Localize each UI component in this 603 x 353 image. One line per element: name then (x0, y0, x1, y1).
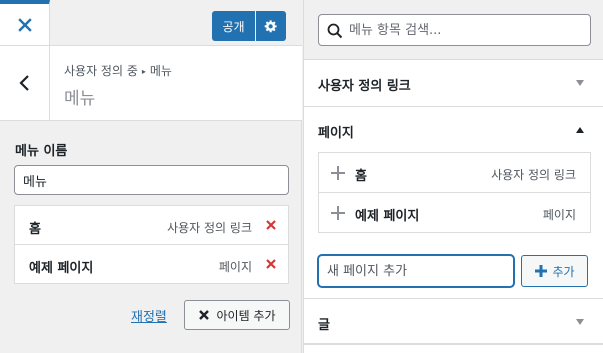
breadcrumb-separator: ▸ (141, 67, 146, 76)
close-icon (17, 17, 32, 32)
search-input[interactable] (349, 15, 584, 45)
close-icon (199, 310, 210, 320)
back-button[interactable] (0, 46, 50, 120)
page-item-title: 예제 페이지 (355, 209, 420, 224)
accordion-title: 사용자 정의 링크 (318, 79, 411, 94)
pages-panel: 홈 사용자 정의 링크 예제 페이지 페이지 추가 (304, 152, 603, 298)
publish-settings-button[interactable] (256, 11, 286, 41)
page-item-type: 사용자 정의 링크 (491, 168, 576, 182)
customizer-header: 공개 (0, 0, 302, 46)
menu-item-title: 홈 (29, 222, 41, 237)
menu-items-list: 홈 사용자 정의 링크 예제 페이지 페이지 (14, 205, 289, 284)
chevron-down-icon (576, 319, 584, 325)
publish-group: 공개 (212, 11, 286, 41)
add-items-button[interactable]: 아이템 추가 (184, 300, 290, 330)
close-button[interactable] (0, 0, 50, 45)
page-item-type: 페이지 (542, 208, 576, 222)
add-items-label: 아이템 추가 (216, 308, 276, 323)
menu-name-input[interactable] (14, 165, 289, 195)
add-page-label: 추가 (552, 264, 575, 279)
breadcrumb: 사용자 정의 중 ▸ 메뉴 (64, 62, 172, 79)
customizer-sidebar: 공개 사용자 정의 중▸메뉴 메뉴 메뉴 이름 홈 사용자 정의 링크 (0, 0, 302, 353)
page-item[interactable]: 홈 사용자 정의 링크 (318, 152, 591, 193)
plus-icon (535, 265, 548, 277)
accordion-title: 글 (318, 318, 330, 333)
pages-list: 홈 사용자 정의 링크 예제 페이지 페이지 (318, 152, 591, 233)
plus-icon (331, 166, 345, 180)
menu-item[interactable]: 홈 사용자 정의 링크 (14, 205, 289, 245)
menu-name-label: 메뉴 이름 (15, 144, 68, 159)
remove-icon[interactable] (264, 257, 278, 271)
accordion-pages[interactable]: 페이지 (304, 107, 603, 153)
section-title: 메뉴 (64, 89, 96, 109)
menu-item-type: 페이지 (218, 260, 252, 274)
new-page-input[interactable] (318, 255, 514, 287)
reorder-link[interactable]: 재정렬 (131, 306, 167, 325)
search-icon (327, 23, 343, 39)
plus-icon (331, 206, 345, 220)
page-item-title: 홈 (355, 169, 367, 184)
publish-button[interactable]: 공개 (212, 11, 255, 41)
gear-icon (264, 20, 277, 33)
menu-item-title: 예제 페이지 (29, 261, 94, 276)
next-accordion-edge (304, 344, 603, 353)
section-header: 사용자 정의 중 ▸ 메뉴 메뉴 (0, 46, 302, 121)
accordion-title: 페이지 (318, 126, 354, 141)
breadcrumb-current: 메뉴 (149, 64, 172, 78)
remove-icon[interactable] (264, 218, 278, 232)
menu-item[interactable]: 예제 페이지 페이지 (14, 244, 289, 284)
page-item[interactable]: 예제 페이지 페이지 (318, 192, 591, 233)
search-area (304, 0, 603, 60)
chevron-left-icon (18, 75, 29, 91)
available-items-panel: 사용자 정의 링크 페이지 홈 사용자 정의 링크 예제 페이지 페이지 (303, 0, 603, 353)
chevron-up-icon (576, 127, 584, 133)
search-box[interactable] (318, 14, 591, 46)
chevron-down-icon (576, 80, 584, 86)
breadcrumb-parent: 사용자 정의 중 (64, 64, 138, 78)
accordion-custom-links[interactable]: 사용자 정의 링크 (304, 60, 603, 107)
accordion-posts[interactable]: 글 (304, 298, 603, 344)
menu-item-type: 사용자 정의 링크 (167, 221, 252, 235)
add-page-button[interactable]: 추가 (521, 255, 588, 287)
